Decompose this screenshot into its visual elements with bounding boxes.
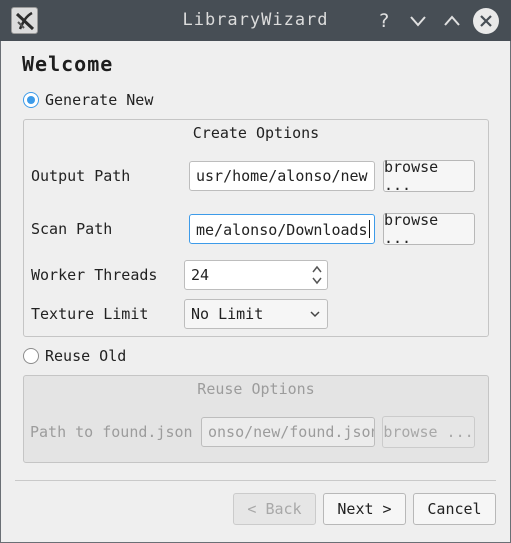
cancel-button[interactable]: Cancel	[413, 493, 496, 525]
chevron-down-icon	[310, 311, 320, 318]
output-path-input[interactable]: usr/home/alonso/new	[189, 161, 375, 191]
spin-arrows-icon[interactable]	[311, 264, 323, 286]
scan-path-label: Scan Path	[31, 220, 113, 238]
scan-path-value: me/alonso/Downloads	[196, 221, 368, 239]
reuse-old-radio[interactable]	[23, 348, 39, 364]
generate-new-radio[interactable]	[23, 92, 39, 108]
found-json-input[interactable]: onso/new/found.json	[201, 417, 375, 447]
help-icon[interactable]: ?	[371, 8, 397, 34]
texture-limit-select[interactable]: No Limit	[184, 299, 328, 329]
found-json-label: Path to found.json	[30, 423, 193, 441]
title-bar: LibraryWizard ?	[0, 0, 511, 41]
texture-limit-value: No Limit	[191, 305, 264, 323]
scan-browse-button[interactable]: browse ...	[383, 211, 475, 247]
scan-path-input[interactable]: me/alonso/Downloads	[189, 214, 375, 244]
worker-threads-spinbox[interactable]: 24	[184, 260, 328, 290]
reuse-old-label: Reuse Old	[45, 347, 127, 365]
found-browse-button[interactable]: browse ...	[382, 416, 475, 448]
minimize-icon[interactable]	[405, 8, 431, 34]
worker-threads-label: Worker Threads	[31, 266, 158, 284]
page-title: Welcome	[22, 52, 114, 76]
texture-limit-label: Texture Limit	[31, 305, 149, 323]
output-path-value: usr/home/alonso/new	[196, 167, 368, 185]
found-json-value: onso/new/found.json	[208, 423, 375, 441]
reuse-options-title: Reuse Options	[197, 380, 315, 398]
generate-new-label: Generate New	[45, 91, 154, 109]
footer-divider	[15, 480, 496, 481]
maximize-icon[interactable]	[439, 8, 465, 34]
close-icon[interactable]	[473, 8, 499, 34]
window-title: LibraryWizard	[182, 10, 329, 30]
next-button[interactable]: Next >	[323, 493, 406, 525]
worker-threads-value: 24	[191, 266, 210, 284]
back-button[interactable]: < Back	[233, 493, 316, 525]
create-options-title: Create Options	[192, 124, 320, 142]
reuse-old-radio-row[interactable]: Reuse Old	[23, 347, 126, 365]
output-browse-button[interactable]: browse ...	[383, 158, 475, 194]
output-path-label: Output Path	[31, 167, 131, 185]
generate-new-radio-row[interactable]: Generate New	[23, 91, 153, 109]
text-caret	[368, 220, 370, 238]
